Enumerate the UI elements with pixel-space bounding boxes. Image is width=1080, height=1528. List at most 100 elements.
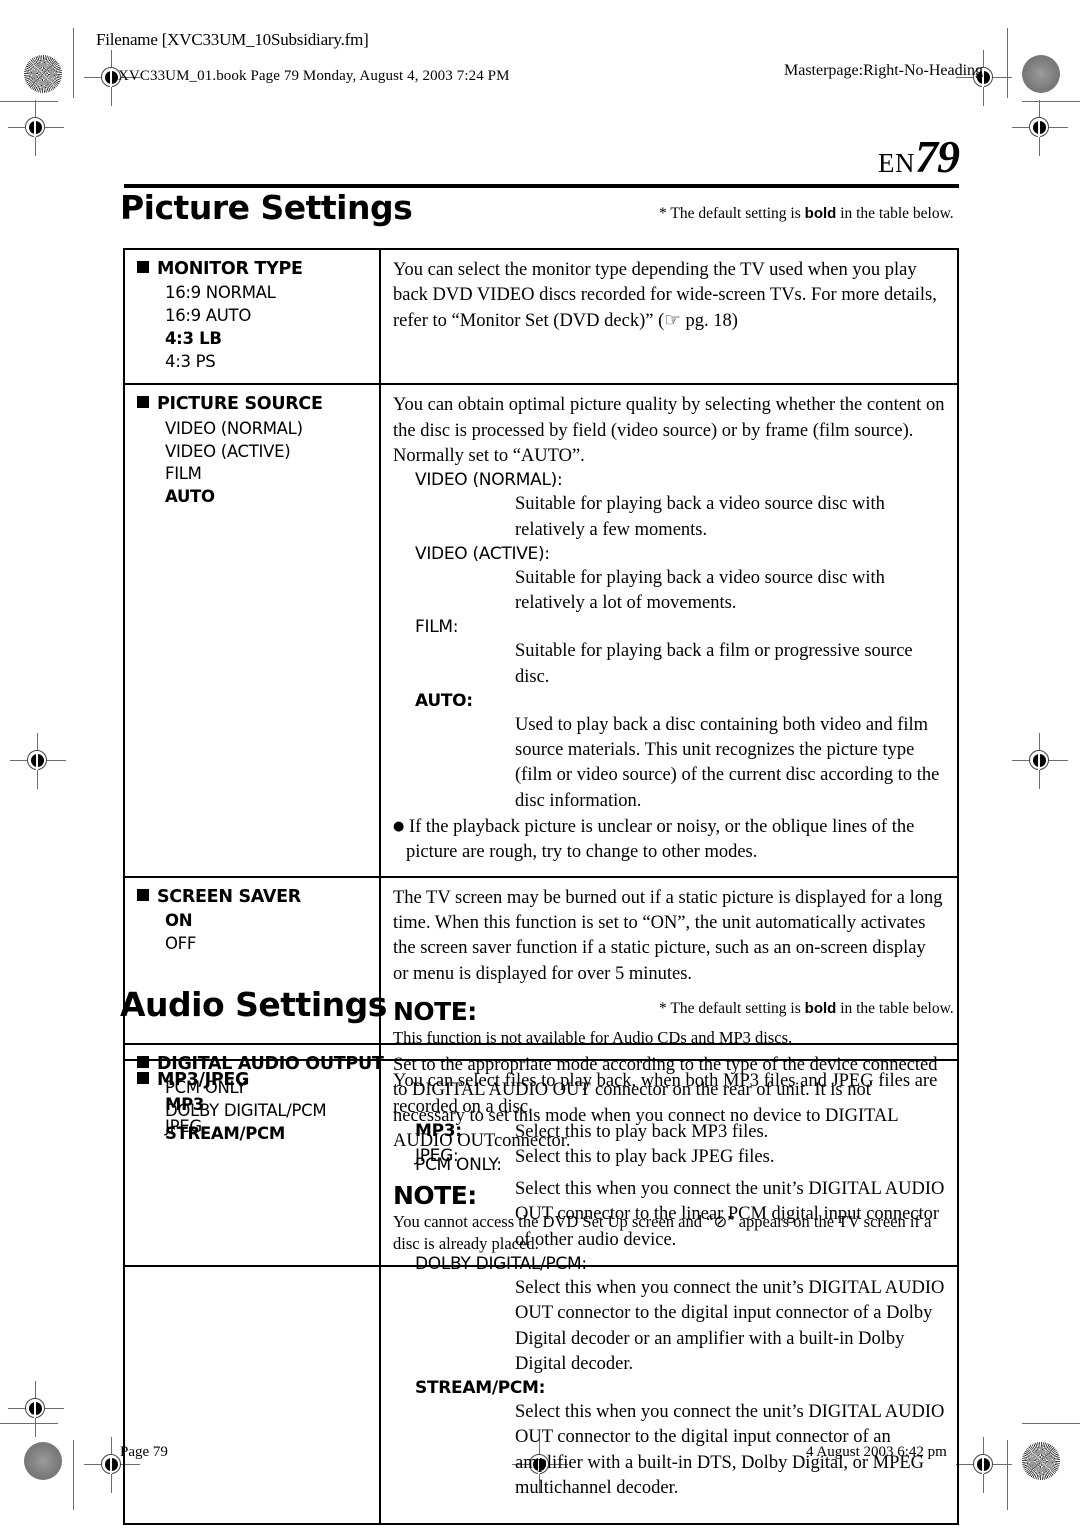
folio: EN79 xyxy=(124,134,960,182)
definition-term: PCM ONLY: xyxy=(415,1155,502,1176)
digital-audio-output-definition-list: PCM ONLY: Select this when you connect t… xyxy=(393,1154,945,1501)
picture-default-setting-note: * The default setting is bold in the tab… xyxy=(659,205,954,223)
definition-description: Suitable for playing back a film or prog… xyxy=(515,641,913,687)
default-note-prefix: * The default setting is xyxy=(659,1000,805,1017)
book-page-slug: XVC33UM_01.book Page 79 Monday, August 4… xyxy=(118,68,510,84)
screen-saver-option-list: ON OFF xyxy=(165,910,371,956)
picture-source-description-cell: You can obtain optimal picture quality b… xyxy=(381,385,957,875)
option-item-default[interactable]: ON xyxy=(165,910,371,933)
trim-line-top-left-h xyxy=(0,101,58,102)
picture-source-heading-label: PICTURE SOURCE xyxy=(157,394,323,415)
definition-description: Suitable for playing back a video source… xyxy=(515,494,885,540)
default-note-suffix: in the table below. xyxy=(836,1000,954,1017)
trim-line-bottom-right-h xyxy=(1022,1423,1080,1424)
picture-source-heading: PICTURE SOURCE xyxy=(137,393,371,415)
option-item[interactable]: VIDEO (NORMAL) xyxy=(165,418,371,441)
monitor-type-options-cell: MONITOR TYPE 16:9 NORMAL 16:9 AUTO 4:3 L… xyxy=(125,250,381,384)
default-note-bold: bold xyxy=(804,1000,837,1017)
monitor-type-option-list: 16:9 NORMAL 16:9 AUTO 4:3 LB 4:3 PS xyxy=(165,282,371,373)
option-item-default[interactable]: STREAM/PCM xyxy=(165,1123,371,1146)
digital-audio-output-heading: DIGITAL AUDIO OUTPUT xyxy=(137,1053,384,1075)
digital-audio-output-options-cell: DIGITAL AUDIO OUTPUT PCM ONLY DOLBY DIGI… xyxy=(125,1045,384,1524)
option-item[interactable]: 16:9 AUTO xyxy=(165,305,371,328)
square-bullet-icon xyxy=(137,888,149,901)
audio-settings-table: DIGITAL AUDIO OUTPUT PCM ONLY DOLBY DIGI… xyxy=(123,1043,959,1526)
trim-line-top-right xyxy=(1007,28,1008,98)
monitor-type-heading-label: MONITOR TYPE xyxy=(157,259,303,279)
option-item[interactable]: 16:9 NORMAL xyxy=(165,282,371,305)
definition-description: Select this when you connect the unit’s … xyxy=(515,1277,945,1374)
table-row-screen-saver: SCREEN SAVER ON OFF The TV screen may be… xyxy=(125,877,957,1062)
picture-settings-heading: Picture Settings xyxy=(120,188,413,227)
masterpage-slug: Masterpage:Right-No-Heading xyxy=(784,62,984,79)
cell-bottom-spacer xyxy=(393,1501,945,1513)
registration-mark-bottom-right-inner xyxy=(956,1437,1012,1493)
audio-default-setting-note: * The default setting is bold in the tab… xyxy=(659,1000,954,1018)
option-item[interactable]: FILM xyxy=(165,463,371,486)
option-item[interactable]: VIDEO (ACTIVE) xyxy=(165,441,371,464)
monitor-type-heading: MONITOR TYPE xyxy=(137,258,371,280)
picture-source-bullet-note: ● If the playback picture is unclear or … xyxy=(393,815,945,866)
trim-line-top-left xyxy=(73,28,74,98)
picture-source-paragraph: You can obtain optimal picture quality b… xyxy=(393,395,945,467)
definition-term-default: AUTO: xyxy=(415,690,473,711)
digital-audio-output-option-list: PCM ONLY DOLBY DIGITAL/PCM STREAM/PCM xyxy=(165,1077,371,1145)
monitor-type-paragraph: You can select the monitor type dependin… xyxy=(393,260,937,331)
screen-saver-description-cell: The TV screen may be burned out if a sta… xyxy=(381,878,957,1060)
registration-mark-top-right-outer xyxy=(1012,100,1068,156)
audio-settings-heading: Audio Settings xyxy=(120,985,387,1024)
digital-audio-output-paragraph: Set to the appropriate mode according to… xyxy=(393,1055,938,1152)
trim-line-top-right-h xyxy=(1022,101,1080,102)
definition-term: DOLBY DIGITAL/PCM: xyxy=(415,1254,587,1275)
density-patch-top-left xyxy=(24,55,62,93)
table-row-digital-audio-output: DIGITAL AUDIO OUTPUT PCM ONLY DOLBY DIGI… xyxy=(125,1045,957,1524)
table-row-picture-source: PICTURE SOURCE VIDEO (NORMAL) VIDEO (ACT… xyxy=(125,385,957,878)
screen-saver-options-cell: SCREEN SAVER ON OFF xyxy=(125,877,381,1060)
square-bullet-icon xyxy=(137,261,149,273)
registration-mark-bottom-left-outer xyxy=(8,1381,64,1437)
filename-slug: Filename [XVC33UM_10Subsidiary.fm] xyxy=(96,30,369,49)
digital-audio-output-description-cell: Set to the appropriate mode according to… xyxy=(381,1045,957,1523)
option-item[interactable]: 4:3 PS xyxy=(165,351,371,374)
registration-mark-top-left-outer xyxy=(8,100,64,156)
picture-source-option-list: VIDEO (NORMAL) VIDEO (ACTIVE) FILM AUTO xyxy=(165,418,371,509)
registration-mark-middle-left xyxy=(10,733,66,789)
monitor-type-description-cell: You can select the monitor type dependin… xyxy=(381,250,957,383)
option-item[interactable]: OFF xyxy=(165,933,371,956)
folio-locale: EN xyxy=(878,148,915,178)
density-patch-bottom-right xyxy=(1022,1442,1060,1480)
screen-saver-heading: SCREEN SAVER xyxy=(137,886,371,908)
definition-description: Select this when you connect the unit’s … xyxy=(515,1179,945,1250)
square-bullet-icon xyxy=(137,396,149,409)
screen-saver-heading-label: SCREEN SAVER xyxy=(157,886,301,907)
table-row-monitor-type: MONITOR TYPE 16:9 NORMAL 16:9 AUTO 4:3 L… xyxy=(125,250,957,386)
picture-source-options-cell: PICTURE SOURCE VIDEO (NORMAL) VIDEO (ACT… xyxy=(125,385,381,876)
picture-source-bullet-text: If the playback picture is unclear or no… xyxy=(406,816,915,863)
round-bullet-icon: ● xyxy=(393,818,405,834)
definition-term: VIDEO (NORMAL): xyxy=(415,470,563,491)
definition-description: Used to play back a disc containing both… xyxy=(515,714,940,811)
trim-line-bottom-right xyxy=(1007,1440,1008,1510)
density-patch-top-right xyxy=(1022,55,1060,93)
option-item-default[interactable]: 4:3 LB xyxy=(165,328,371,351)
trim-line-bottom-left-h xyxy=(0,1423,58,1424)
trim-line-bottom-left xyxy=(73,1440,74,1510)
density-patch-bottom-left xyxy=(24,1442,62,1480)
page-header: EN79 xyxy=(124,134,960,188)
definition-term-default: STREAM/PCM: xyxy=(415,1378,546,1399)
option-item[interactable]: PCM ONLY xyxy=(165,1077,371,1100)
definition-term: FILM: xyxy=(415,617,459,638)
definition-term: VIDEO (ACTIVE): xyxy=(415,543,550,564)
digital-audio-output-heading-label: DIGITAL AUDIO OUTPUT xyxy=(157,1054,384,1074)
default-note-bold: bold xyxy=(804,205,837,222)
screen-saver-paragraph: The TV screen may be burned out if a sta… xyxy=(393,887,943,984)
option-item-default[interactable]: AUTO xyxy=(165,486,371,509)
registration-mark-middle-right xyxy=(1012,733,1068,789)
definition-description: Select this when you connect the unit’s … xyxy=(515,1402,945,1499)
option-item[interactable]: DOLBY DIGITAL/PCM xyxy=(165,1100,371,1123)
picture-source-definition-list: VIDEO (NORMAL): Suitable for playing bac… xyxy=(393,469,945,814)
default-note-prefix: * The default setting is xyxy=(659,205,805,222)
default-note-suffix: in the table below. xyxy=(836,205,954,222)
definition-description: Suitable for playing back a video source… xyxy=(515,567,885,614)
square-bullet-icon xyxy=(137,1056,149,1068)
